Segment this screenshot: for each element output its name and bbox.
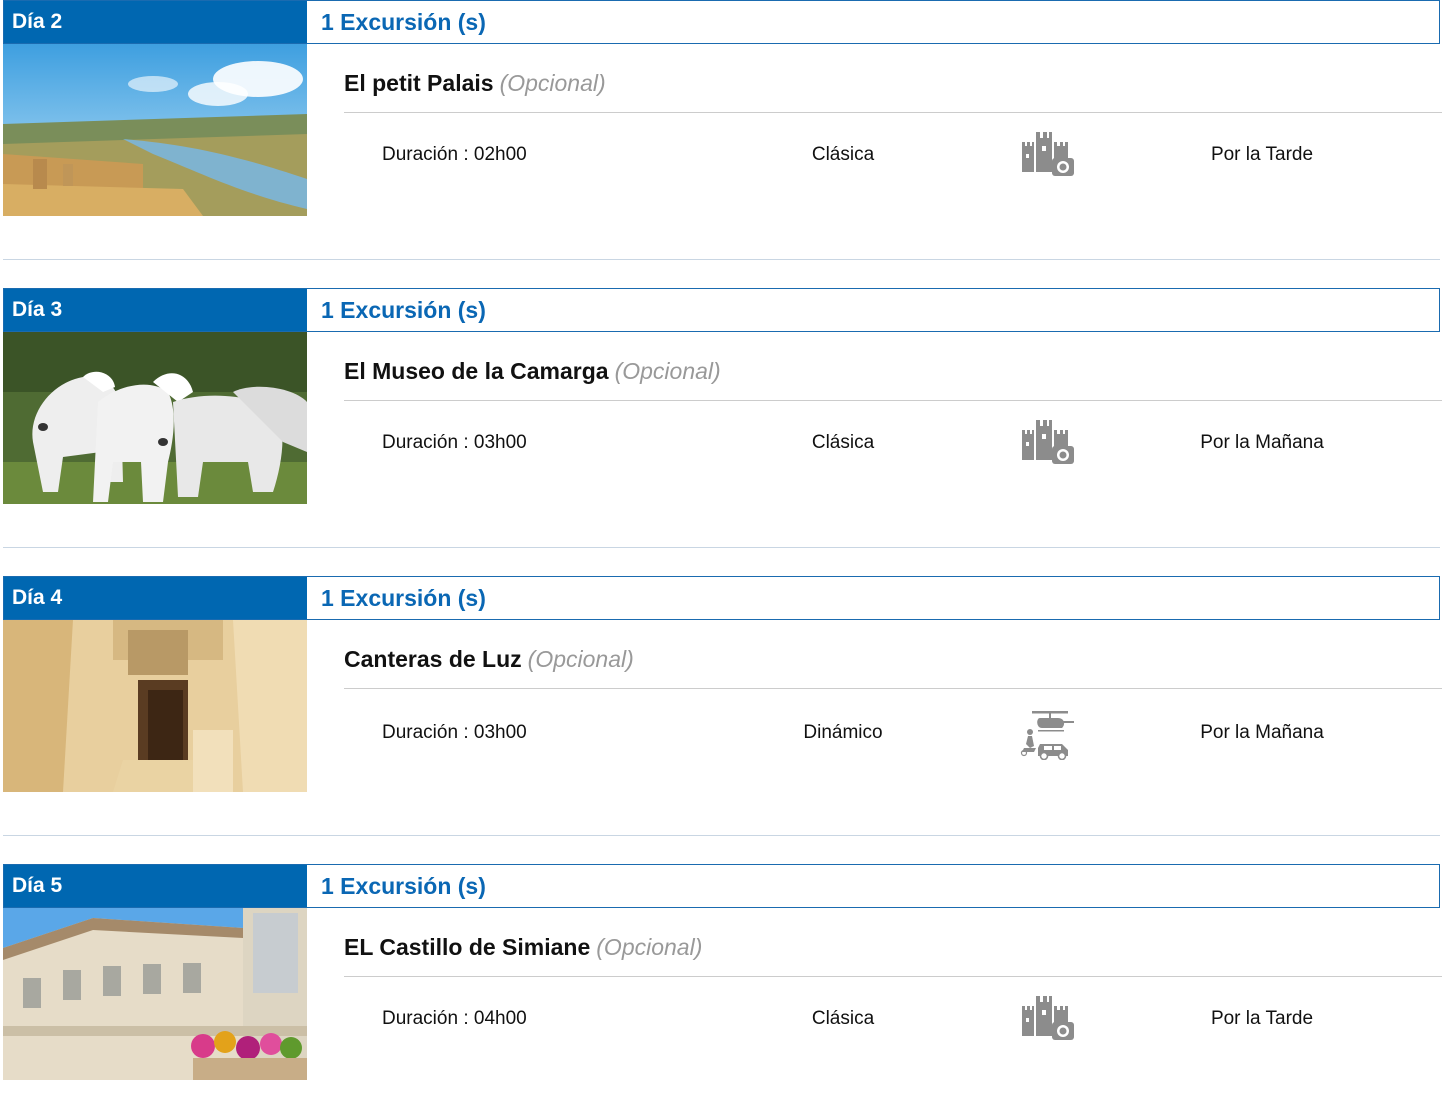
excursion-image[interactable]	[3, 332, 307, 504]
day-label: Día 3	[4, 289, 307, 331]
optional-label: (Opcional)	[527, 646, 634, 672]
excursion-count: 1 Excursión (s)	[321, 585, 486, 611]
divider	[344, 688, 1442, 689]
day-label: Día 5	[4, 865, 307, 907]
castle-camera-icon	[1022, 996, 1074, 1040]
excursion-style: Clásica	[811, 144, 875, 165]
excursion-image[interactable]	[3, 620, 307, 792]
divider	[344, 400, 1442, 401]
excursion-title-text: EL Castillo de Simiane	[344, 934, 591, 960]
day-label: Día 2	[4, 1, 307, 43]
castle-camera-icon	[1022, 132, 1074, 176]
optional-label: (Opcional)	[596, 934, 703, 960]
excursion-image[interactable]	[3, 908, 307, 1080]
optional-label: (Opcional)	[614, 358, 721, 384]
excursion-style: Dinámico	[803, 722, 883, 743]
excursion-title-text: Canteras de Luz	[344, 646, 522, 672]
period: Por la Tarde	[1210, 1008, 1314, 1029]
day-block-2: Día 2 1 Excursión (s) El petit Palais (Op…	[0, 0, 1448, 260]
duration: Duración : 04h00	[382, 1008, 527, 1029]
excursion-count: 1 Excursión (s)	[321, 9, 486, 35]
excursion-count: 1 Excursión (s)	[321, 873, 486, 899]
excursion-title[interactable]: EL Castillo de Simiane (Opcional)	[344, 934, 702, 961]
section-divider	[3, 835, 1440, 836]
section-divider	[3, 547, 1440, 548]
section-divider	[3, 259, 1440, 260]
excursion-title-text: El petit Palais	[344, 70, 494, 96]
excursion-title[interactable]: El petit Palais (Opcional)	[344, 70, 606, 97]
period: Por la Mañana	[1200, 432, 1324, 453]
day-block-5: Día 5 1 Excursión (s) EL Castillo de Sim…	[0, 864, 1448, 1119]
excursion-title[interactable]: Canteras de Luz (Opcional)	[344, 646, 634, 673]
excursion-style: Clásica	[811, 1008, 875, 1029]
excursion-count: 1 Excursión (s)	[321, 297, 486, 323]
divider	[344, 112, 1442, 113]
day-header[interactable]: Día 5 1 Excursión (s)	[3, 864, 1440, 908]
helicopter-car-icon	[1020, 711, 1074, 760]
day-header[interactable]: Día 3 1 Excursión (s)	[3, 288, 1440, 332]
excursion-image[interactable]	[3, 44, 307, 216]
excursion-title-text: El Museo de la Camarga	[344, 358, 609, 384]
period: Por la Tarde	[1210, 144, 1314, 165]
duration: Duración : 03h00	[382, 432, 527, 453]
duration: Duración : 03h00	[382, 722, 527, 743]
optional-label: (Opcional)	[499, 70, 606, 96]
divider	[344, 976, 1442, 977]
duration: Duración : 02h00	[382, 144, 527, 165]
day-block-3: Día 3 1 Excursión (s) El Museo de la Cam…	[0, 288, 1448, 548]
period: Por la Mañana	[1200, 722, 1324, 743]
day-label: Día 4	[4, 577, 307, 619]
day-header[interactable]: Día 4 1 Excursión (s)	[3, 576, 1440, 620]
day-block-4: Día 4 1 Excursión (s) Canteras de Luz (Op…	[0, 576, 1448, 836]
excursion-title[interactable]: El Museo de la Camarga (Opcional)	[344, 358, 721, 385]
excursion-style: Clásica	[811, 432, 875, 453]
day-header[interactable]: Día 2 1 Excursión (s)	[3, 0, 1440, 44]
castle-camera-icon	[1022, 420, 1074, 464]
